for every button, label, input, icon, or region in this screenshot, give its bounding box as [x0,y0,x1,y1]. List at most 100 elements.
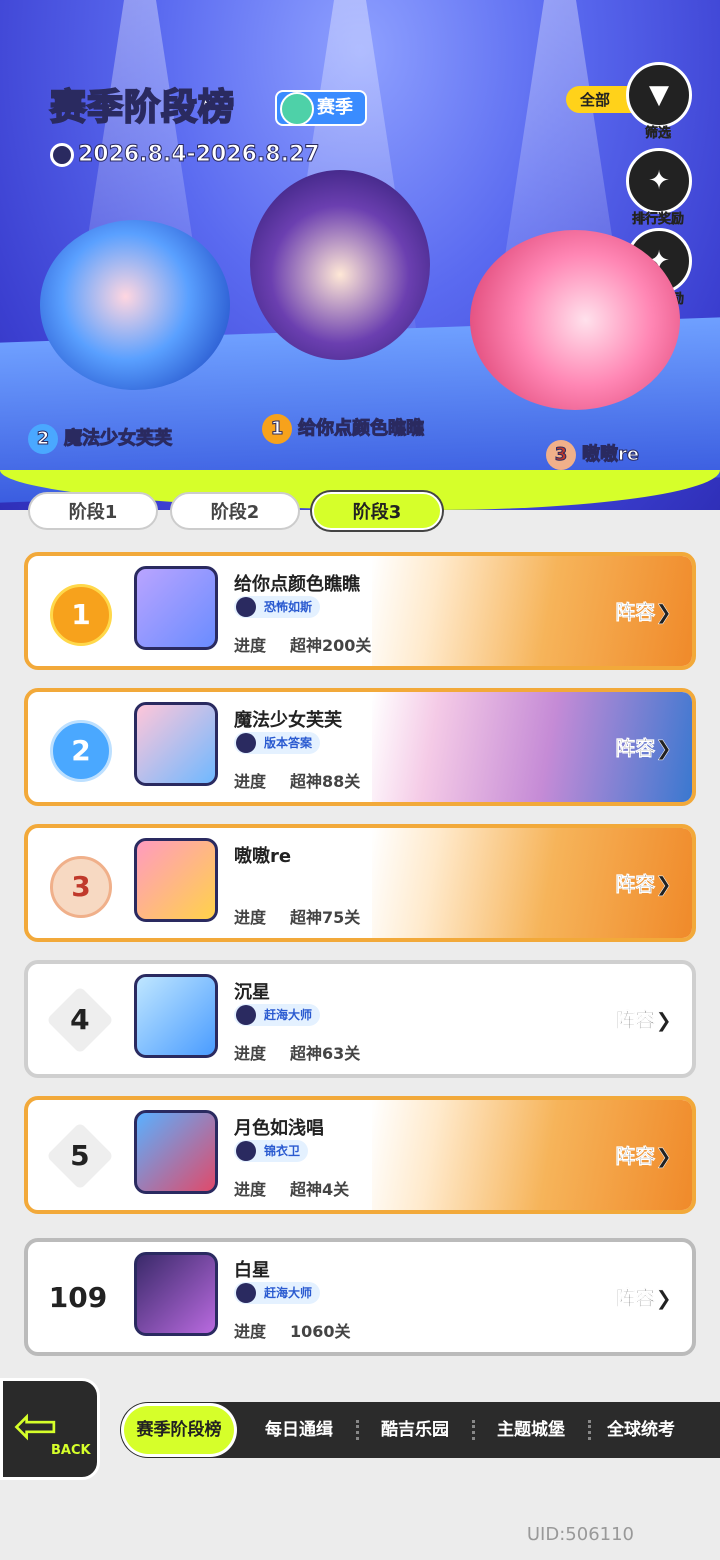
uid-label: UID:506110 [526,1524,634,1545]
badge-icon [236,733,256,753]
chevron-right-icon: ❯ [655,872,672,897]
leaderboard-row[interactable]: 2 魔法少女芙芙 版本答案 进度 超神88关 阵容❯ [24,688,696,806]
player-name: 月色如浅唱 [234,1118,324,1139]
rank-medal-gold: 1 [50,584,112,646]
badge-icon [236,1005,256,1025]
nav-kuji-park[interactable]: 酷吉乐园 [360,1402,470,1458]
season-tag: 赛季 [275,90,367,126]
badge-icon [236,597,256,617]
bottom-nav: 赛季阶段榜 每日通缉 酷吉乐园 主题城堡 全球统考 [120,1402,720,1458]
hero-banner: 赛季阶段榜 赛季 2026.8.4-2026.8.27 全部 ▼ 筛选 ✦ 排行… [0,0,720,510]
title-badge-label: 恐怖如斯 [264,600,313,614]
avatar[interactable] [134,566,218,650]
badge-icon [236,1141,256,1161]
player-name: 嗷嗷re [234,846,292,867]
rank-badge-1: 1 [262,414,292,444]
season-dates-text: 2026.8.4-2026.8.27 [78,142,321,168]
avatar[interactable] [134,1110,218,1194]
title-badge-label: 版本答案 [264,736,313,750]
tab-stage-2[interactable]: 阶段2 [170,492,300,530]
progress-value: 超神63关 [290,1044,361,1063]
title-badge-label: 赶海大师 [264,1008,313,1022]
rank-rewards-label: 排行奖励 [631,212,685,228]
lineup-button[interactable]: 阵容❯ [615,1140,672,1169]
chevron-right-icon: ❯ [655,600,672,625]
lineup-button[interactable]: 阵容❯ [615,868,672,897]
filter-button[interactable]: ▼ 筛选 [626,62,692,141]
chevron-right-icon: ❯ [655,1286,672,1311]
leaderboard-row[interactable]: 3 嗷嗷re 进度 超神75关 阵容❯ [24,824,696,942]
lineup-label: 阵容 [615,736,656,761]
badge-icon [236,1283,256,1303]
season-icon [280,92,314,126]
rank-diamond: 5 [46,1122,114,1190]
rank-number: 4 [70,1002,90,1036]
leaderboard-row[interactable]: 1 给你点颜色瞧瞧 恐怖如斯 进度 超神200关 阵容❯ [24,552,696,670]
progress-value: 超神4关 [290,1180,350,1199]
title-badge: 恐怖如斯 [234,596,321,618]
rank-badge-2: 2 [28,424,58,454]
season-tag-label: 赛季 [317,97,353,118]
nav-global-exam[interactable]: 全球统考 [586,1402,696,1458]
funnel-icon: ▼ [626,62,692,128]
back-label: BACK [51,1443,91,1458]
chevron-right-icon: ❯ [655,736,672,761]
season-dates: 2026.8.4-2026.8.27 [50,142,321,168]
lineup-label: 阵容 [615,1008,656,1033]
podium-first: 1 给你点颜色瞧瞧 [262,414,425,444]
progress-label: 进度 [234,908,267,927]
rank-rewards-button[interactable]: ✦ 排行奖励 [626,148,692,228]
tab-stage-3[interactable]: 阶段3 [312,492,442,530]
nav-season-rank[interactable]: 赛季阶段榜 [124,1406,234,1454]
leaderboard-row[interactable]: 4 沉星 赶海大师 进度 超神63关 阵容❯ [24,960,696,1078]
my-rank-row[interactable]: 109 白星 赶海大师 进度 1060关 阵容❯ [24,1238,696,1356]
podium-character-3[interactable] [470,230,680,410]
tab-stage-1[interactable]: 阶段1 [28,492,158,530]
lineup-label: 阵容 [615,1144,656,1169]
progress-label: 进度 [234,772,267,791]
progress-value: 超神75关 [290,908,361,927]
back-button[interactable]: ⇦ BACK [0,1378,100,1480]
page-title: 赛季阶段榜 [49,86,236,129]
podium-third-name: 嗷嗷re [581,444,640,466]
progress-label: 进度 [234,1044,267,1063]
avatar[interactable] [134,974,218,1058]
progress-value: 超神88关 [290,772,361,791]
lineup-button[interactable]: 阵容❯ [615,1282,672,1311]
lineup-button[interactable]: 阵容❯ [615,732,672,761]
title-badge: 赶海大师 [234,1004,321,1026]
title-badge: 赶海大师 [234,1282,321,1304]
player-name: 白星 [234,1260,270,1281]
progress-label: 进度 [234,1180,267,1199]
my-rank-number: 109 [48,1281,108,1314]
player-name: 魔法少女芙芙 [234,710,342,731]
lineup-button[interactable]: 阵容❯ [615,1004,672,1033]
podium-second-name: 魔法少女芙芙 [64,428,173,450]
rank-number: 5 [70,1138,90,1172]
player-name: 沉星 [234,982,270,1003]
lineup-label: 阵容 [615,872,656,897]
title-badge-label: 锦衣卫 [264,1144,301,1158]
podium-character-2[interactable] [40,220,230,390]
progress-value: 超神200关 [290,636,372,655]
rank-badge-3: 3 [546,440,576,470]
leaderboard-row[interactable]: 5 月色如浅唱 锦衣卫 进度 超神4关 阵容❯ [24,1096,696,1214]
chevron-right-icon: ❯ [655,1008,672,1033]
lineup-button[interactable]: 阵容❯ [615,596,672,625]
podium-second: 2 魔法少女芙芙 [28,424,173,454]
progress-label: 进度 [234,636,267,655]
rank-medal-bronze: 3 [50,856,112,918]
progress-label: 进度 [234,1322,267,1341]
chevron-right-icon: ❯ [655,1144,672,1169]
podium-character-1[interactable] [250,170,430,360]
avatar[interactable] [134,1252,218,1336]
avatar[interactable] [134,702,218,786]
nav-theme-castle[interactable]: 主题城堡 [476,1402,586,1458]
podium-third: 3 嗷嗷re [546,440,640,470]
title-badge-label: 赶海大师 [264,1286,313,1300]
avatar[interactable] [134,838,218,922]
rewards-icon: ✦ [626,148,692,214]
nav-daily-wanted[interactable]: 每日通缉 [244,1402,354,1458]
lineup-label: 阵容 [615,600,656,625]
progress-value: 1060关 [290,1322,351,1341]
